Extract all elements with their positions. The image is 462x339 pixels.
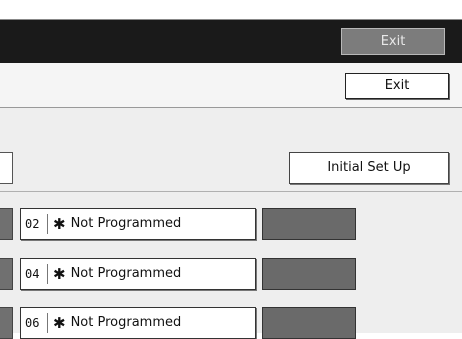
header-row: Exit — [0, 63, 462, 108]
program-recall-button[interactable] — [262, 258, 356, 290]
program-button-02[interactable]: 02 ✱ Not Programmed — [20, 208, 256, 240]
star-icon: ✱ — [53, 215, 66, 233]
program-recall-button[interactable] — [262, 208, 356, 240]
program-number: 02 — [21, 214, 48, 234]
left-program-stub[interactable] — [0, 258, 13, 290]
exit-button[interactable]: Exit — [345, 73, 449, 99]
left-stub-button[interactable] — [0, 152, 13, 184]
star-icon: ✱ — [53, 314, 66, 332]
program-number: 04 — [21, 264, 48, 284]
title-bar: Exit — [0, 19, 462, 63]
star-icon: ✱ — [53, 265, 66, 283]
program-number: 06 — [21, 313, 48, 333]
left-program-stub[interactable] — [0, 208, 13, 240]
main-panel: Exit Initial Set Up 02 ✱ Not Programmed 04… — [0, 63, 462, 339]
program-label: Not Programmed — [70, 266, 182, 281]
program-recall-button[interactable] — [262, 307, 356, 339]
program-label: Not Programmed — [70, 315, 182, 330]
program-label: Not Programmed — [70, 216, 182, 231]
exit-button-top[interactable]: Exit — [341, 28, 445, 55]
divider — [0, 191, 462, 192]
initial-setup-button[interactable]: Initial Set Up — [289, 152, 449, 184]
program-button-04[interactable]: 04 ✱ Not Programmed — [20, 258, 256, 290]
program-button-06[interactable]: 06 ✱ Not Programmed — [20, 307, 256, 339]
left-program-stub[interactable] — [0, 307, 13, 339]
